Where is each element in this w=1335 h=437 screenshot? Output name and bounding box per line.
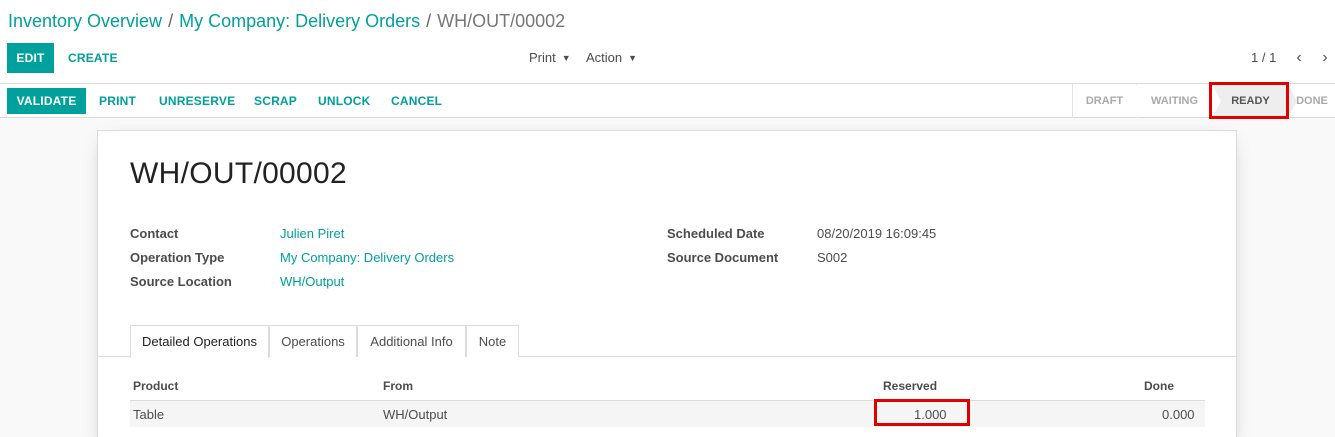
cancel-button[interactable]: CANCEL [391, 88, 442, 114]
state-waiting: WAITING [1136, 84, 1221, 118]
column-from[interactable]: From [383, 379, 413, 393]
row-product: Table [133, 407, 165, 422]
edit-button[interactable]: EDIT [7, 43, 54, 73]
print-dropdown[interactable]: Print ▼ [529, 43, 571, 73]
chevron-right-icon [1136, 84, 1145, 118]
scheduled-date-label: Scheduled Date [667, 226, 765, 241]
tab-operations[interactable]: Operations [269, 325, 357, 357]
state-ready-label: READY [1231, 95, 1270, 107]
chevron-left-icon[interactable]: ‹ [1291, 43, 1307, 73]
operation-type-value[interactable]: My Company: Delivery Orders [280, 250, 454, 265]
state-draft: DRAFT [1072, 84, 1145, 118]
column-reserved[interactable]: Reserved [883, 379, 937, 393]
row-reserved: 1.000 [914, 407, 947, 422]
action-dropdown-label: Action [586, 50, 623, 65]
source-location-value[interactable]: WH/Output [280, 274, 344, 289]
statusbar: VALIDATE PRINT UNRESERVE SCRAP UNLOCK CA… [0, 84, 1335, 118]
row-done: 0.000 [1162, 407, 1195, 422]
validate-button[interactable]: VALIDATE [7, 88, 86, 114]
breadcrumb-separator: / [426, 11, 432, 31]
breadcrumb-separator: / [168, 11, 174, 31]
breadcrumb: Inventory Overview / My Company: Delivery … [8, 11, 565, 32]
caret-down-icon: ▼ [561, 53, 571, 63]
print-dropdown-label: Print [529, 50, 556, 65]
state-ready: READY [1212, 84, 1297, 118]
source-document-value: S002 [817, 250, 848, 265]
caret-down-icon: ▼ [628, 53, 638, 63]
control-panel: Inventory Overview / My Company: Delivery … [0, 0, 1335, 84]
chevron-right-icon [1212, 84, 1221, 118]
state-done-label: DONE [1296, 95, 1328, 107]
unreserve-button[interactable]: UNRESERVE [159, 88, 235, 114]
chevron-right-icon[interactable]: › [1317, 43, 1333, 73]
form-sheet: WH/OUT/00002 Contact Julien Piret Operat… [97, 130, 1237, 437]
tab-additional-info[interactable]: Additional Info [357, 325, 466, 357]
source-location-label: Source Location [130, 274, 232, 289]
chevron-right-icon [1288, 84, 1297, 118]
column-product[interactable]: Product [133, 379, 178, 393]
breadcrumb-current: WH/OUT/00002 [437, 11, 566, 31]
contact-value[interactable]: Julien Piret [280, 226, 344, 241]
create-button[interactable]: CREATE [68, 43, 118, 73]
table-row[interactable] [130, 401, 1205, 427]
pager-value[interactable]: 1 / 1 [1251, 43, 1276, 73]
source-document-label: Source Document [667, 250, 779, 265]
action-dropdown[interactable]: Action ▼ [586, 43, 637, 73]
tab-note[interactable]: Note [466, 325, 519, 357]
breadcrumb-delivery-orders[interactable]: My Company: Delivery Orders [179, 11, 420, 31]
state-waiting-label: WAITING [1150, 95, 1199, 107]
record-title: WH/OUT/00002 [130, 157, 347, 190]
state-draft-label: DRAFT [1085, 95, 1124, 107]
operation-type-label: Operation Type [130, 250, 225, 265]
contact-label: Contact [130, 226, 179, 241]
breadcrumb-inventory-overview[interactable]: Inventory Overview [8, 11, 162, 31]
scrap-button[interactable]: SCRAP [254, 88, 297, 114]
tab-detailed-operations[interactable]: Detailed Operations [130, 325, 269, 358]
column-done[interactable]: Done [1144, 379, 1174, 393]
row-from: WH/Output [383, 407, 448, 422]
unlock-button[interactable]: UNLOCK [318, 88, 371, 114]
print-button[interactable]: PRINT [99, 88, 136, 114]
scheduled-date-value: 08/20/2019 16:09:45 [817, 226, 937, 241]
